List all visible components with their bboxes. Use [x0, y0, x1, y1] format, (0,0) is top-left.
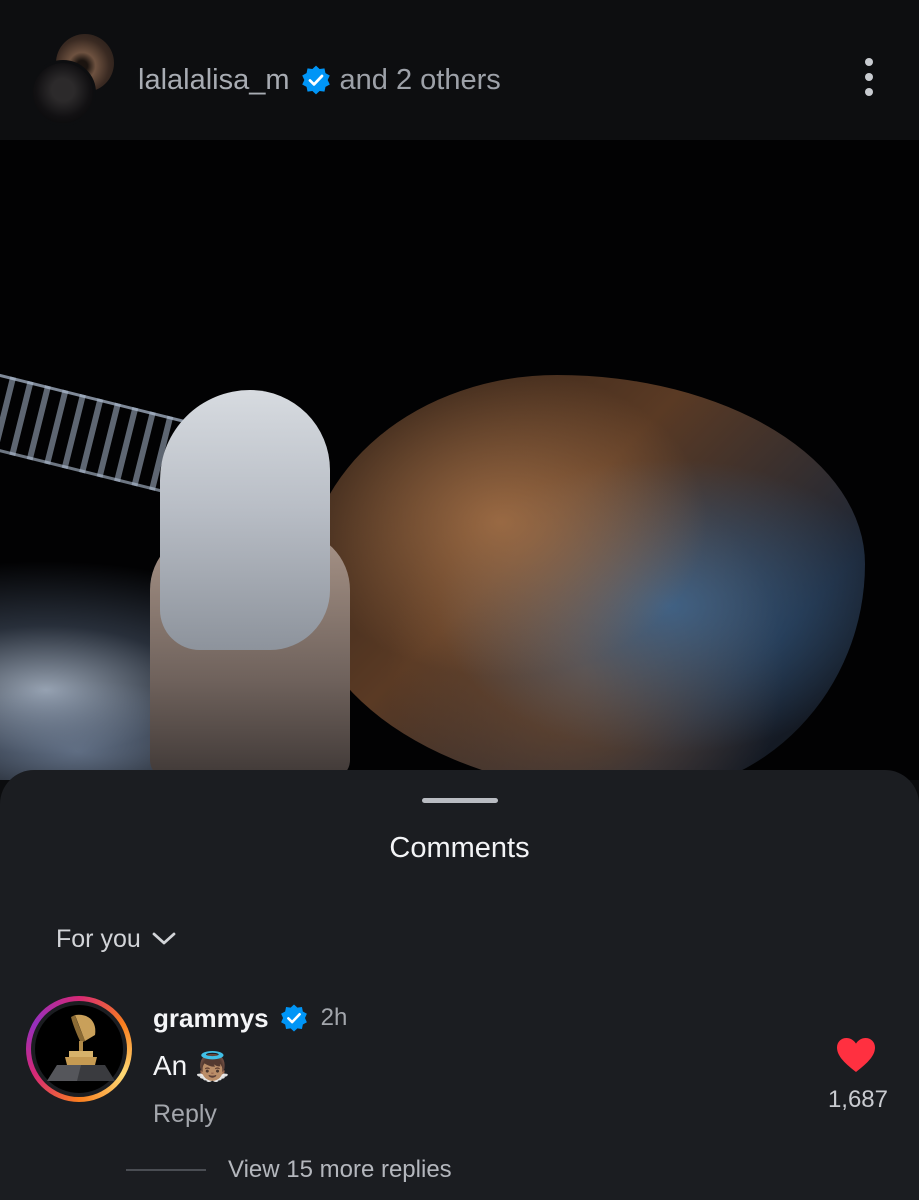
comment-timestamp: 2h	[320, 1004, 348, 1031]
sort-label: For you	[56, 924, 141, 953]
author-avatar	[30, 60, 96, 126]
comment-body: An	[153, 1050, 188, 1081]
reply-button[interactable]: Reply	[153, 1100, 217, 1129]
author-line[interactable]: lalalalisa_m and 2 others	[138, 60, 501, 100]
chevron-down-icon	[152, 932, 176, 945]
comment-username[interactable]: grammys	[153, 1003, 269, 1034]
comments-sheet: Comments For you grammys 2h An 👼🏽 Reply …	[0, 770, 919, 1200]
drag-handle[interactable]	[422, 798, 498, 803]
author-username[interactable]: lalalalisa_m	[138, 64, 290, 97]
post-header: lalalalisa_m and 2 others	[0, 0, 919, 140]
performer-hair	[160, 390, 330, 650]
view-replies-button[interactable]: View 15 more replies	[126, 1152, 452, 1188]
replies-divider	[126, 1169, 206, 1171]
angel-emoji: 👼🏽	[195, 1050, 231, 1082]
gramophone-trophy-icon	[47, 1014, 115, 1081]
like-count: 1,687	[827, 1086, 888, 1113]
view-replies-label: View 15 more replies	[228, 1156, 452, 1183]
heart-icon[interactable]	[835, 1036, 877, 1074]
coauthors-text[interactable]: and 2 others	[340, 64, 501, 97]
comment-header: grammys 2h	[153, 1000, 347, 1036]
comment-item: grammys 2h An 👼🏽 Reply 1,687	[0, 996, 919, 1136]
more-options-button[interactable]	[852, 58, 886, 102]
verified-badge-icon	[301, 65, 330, 95]
post-image[interactable]	[0, 140, 919, 780]
sort-dropdown[interactable]: For you	[56, 922, 177, 956]
commenter-avatar[interactable]	[26, 996, 132, 1102]
more-vertical-icon	[865, 58, 873, 66]
verified-badge-icon	[280, 1004, 307, 1032]
sheet-title: Comments	[389, 832, 530, 864]
comment-text: An 👼🏽	[153, 1046, 230, 1086]
coauthor-avatars[interactable]	[30, 34, 118, 126]
sheer-cape	[305, 375, 865, 780]
